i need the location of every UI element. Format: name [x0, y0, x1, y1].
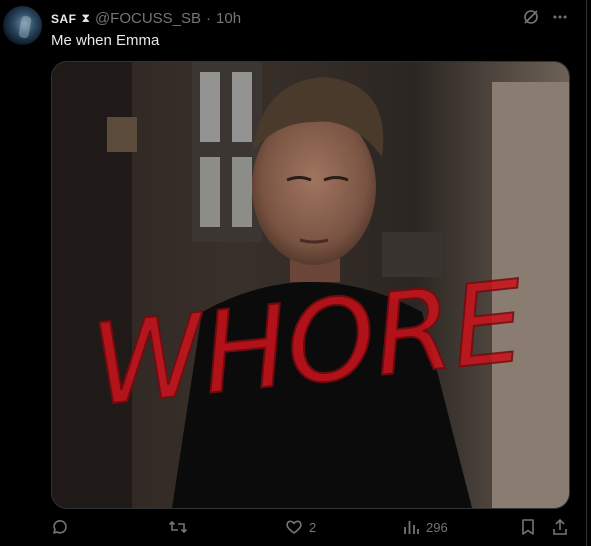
heart-icon — [285, 518, 303, 536]
views-button[interactable]: 296 — [402, 518, 448, 536]
tweet-timestamp[interactable]: 10h — [216, 10, 241, 27]
like-count: 2 — [309, 519, 317, 535]
like-button[interactable]: 2 — [285, 518, 316, 536]
bookmark-icon — [519, 518, 537, 536]
share-button[interactable] — [551, 518, 569, 536]
display-name[interactable]: SAF — [51, 12, 77, 26]
hourglass-icon: ⧗ — [81, 11, 90, 25]
tweet-top-actions — [523, 9, 568, 25]
reply-icon — [51, 518, 69, 536]
retweet-button[interactable] — [168, 518, 194, 536]
retweet-icon — [168, 518, 188, 536]
tweet-header: SAF ⧗ @FOCUSS_SB · 10h — [51, 10, 241, 27]
timeline-border — [586, 0, 587, 546]
share-icon — [551, 518, 569, 536]
more-options-icon[interactable] — [552, 9, 568, 25]
tweet-media-image[interactable]: WHORE — [51, 61, 570, 509]
separator-dot: · — [206, 10, 212, 27]
bookmark-button[interactable] — [519, 518, 537, 536]
reply-button[interactable] — [51, 518, 75, 536]
views-icon — [402, 518, 420, 536]
avatar[interactable] — [3, 6, 42, 45]
tweet-actions: 2 296 — [51, 518, 576, 542]
grok-icon[interactable] — [523, 9, 539, 25]
tweet-text: Me when Emma — [51, 32, 160, 49]
user-handle[interactable]: @FOCUSS_SB — [95, 10, 201, 27]
views-count: 296 — [426, 519, 448, 535]
